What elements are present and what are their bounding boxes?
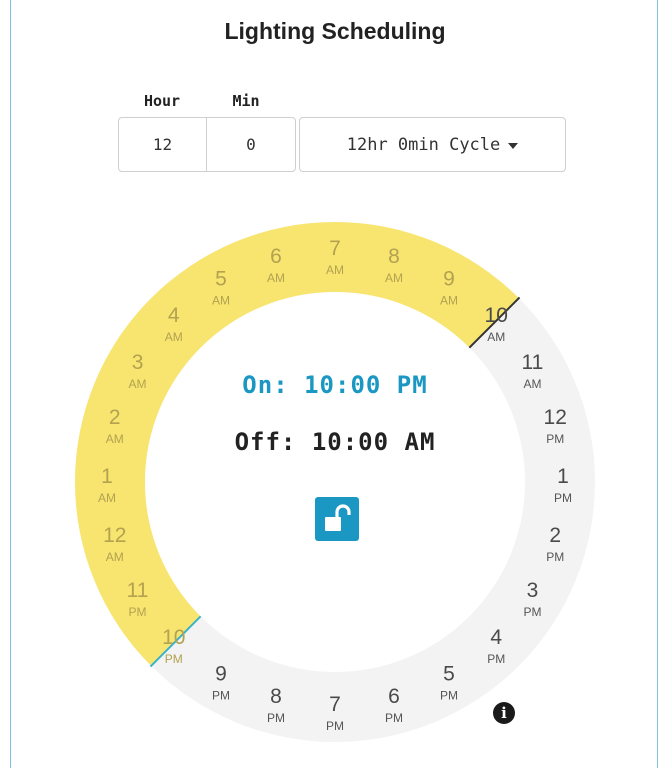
hour-period: AM: [106, 550, 124, 564]
hour-period: PM: [326, 719, 344, 733]
hour-period: AM: [165, 330, 183, 344]
hour-period: PM: [129, 605, 147, 619]
hour-number: 7: [329, 693, 341, 716]
hour-period: PM: [267, 711, 285, 725]
hour-number: 10: [162, 626, 185, 649]
off-time-text: Off: 10:00 AM: [234, 428, 436, 456]
hour-number: 4: [168, 304, 180, 327]
hour-number: 3: [527, 579, 539, 602]
hour-number: 7: [329, 237, 341, 260]
hour-period: AM: [212, 294, 230, 308]
hour-number: 5: [215, 268, 227, 291]
unlock-icon: [325, 504, 351, 531]
hour-number: 8: [270, 685, 282, 708]
hour-number: 11: [127, 579, 149, 602]
hour-number: 5: [443, 662, 455, 685]
hour-period: AM: [440, 294, 458, 308]
hour-number: 12: [544, 406, 567, 429]
hour-number: 2: [549, 524, 561, 547]
dial-center: [145, 292, 525, 672]
hour-period: PM: [440, 688, 458, 702]
hour-number: 2: [109, 406, 121, 429]
hour-period: AM: [98, 491, 116, 505]
hour-period: AM: [326, 263, 344, 277]
hour-period: PM: [212, 688, 230, 702]
hour-period: AM: [267, 271, 285, 285]
hour-period: PM: [165, 652, 183, 666]
hour-number: 6: [270, 245, 282, 268]
hour-period: PM: [554, 491, 572, 505]
hour-period: AM: [487, 330, 505, 344]
hour-number: 6: [388, 685, 400, 708]
info-icon[interactable]: i: [493, 702, 515, 724]
hour-number: 9: [215, 662, 227, 685]
hour-number: 1: [101, 465, 113, 488]
hour-period: PM: [523, 605, 541, 619]
lock-toggle-button[interactable]: [315, 497, 359, 541]
hour-period: PM: [487, 652, 505, 666]
hour-number: 4: [490, 626, 502, 649]
hour-period: PM: [385, 711, 403, 725]
on-time-text: On: 10:00 PM: [242, 371, 428, 399]
hour-number: 10: [485, 304, 508, 327]
hour-period: PM: [546, 550, 564, 564]
hour-number: 12: [103, 524, 126, 547]
hour-number: 1: [557, 465, 569, 488]
hour-number: 9: [443, 268, 455, 291]
hour-period: AM: [385, 271, 403, 285]
hour-number: 8: [388, 245, 400, 268]
